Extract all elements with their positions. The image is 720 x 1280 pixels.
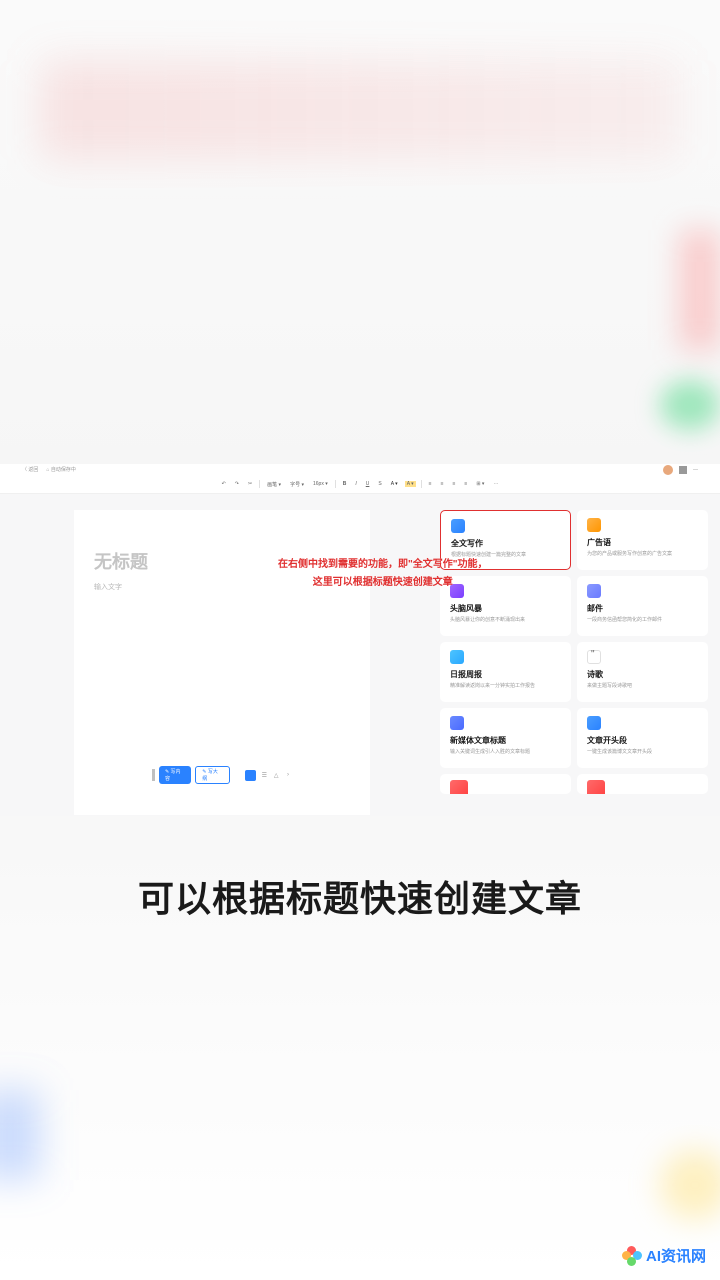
option-1-button[interactable]: ☰ (260, 771, 268, 779)
ai-button[interactable] (245, 770, 256, 781)
option-2-button[interactable]: △ (272, 771, 280, 779)
list-button[interactable]: ≡ (439, 481, 446, 487)
template-card-1[interactable]: 广告语 为您的产品或服务写作创意的广告文案 (577, 510, 708, 570)
template-icon (587, 584, 601, 598)
italic-button[interactable]: I (353, 481, 358, 487)
indent-button[interactable]: ≡ (462, 481, 469, 487)
template-desc: 一键生成该篇博文文章开头段 (587, 749, 698, 756)
size-select[interactable]: 16px ▾ (311, 481, 330, 487)
template-title: 广告语 (587, 537, 698, 548)
template-desc: 一段商务信函帮您简化的工作邮件 (587, 617, 698, 624)
top-bar: 〈 返回 ⌂ 自动保存中 — (0, 464, 720, 475)
template-card-partial[interactable] (577, 774, 708, 794)
template-card-partial[interactable] (440, 774, 571, 794)
template-icon (587, 650, 601, 664)
paragraph-select[interactable]: 画笔 ▾ (265, 481, 283, 488)
template-desc: 精准解读返岗以来一分钟实拍工作报告 (450, 683, 561, 690)
template-title: 全文写作 (451, 538, 560, 549)
watermark: AI资讯网 (622, 1245, 706, 1266)
table-button[interactable]: ⊞ ▾ (474, 481, 486, 487)
next-button[interactable]: › (284, 771, 292, 779)
apps-icon[interactable] (679, 466, 687, 474)
template-icon (450, 716, 464, 730)
undo-button[interactable]: ↶ (220, 481, 228, 487)
more-button[interactable]: ⋯ (491, 481, 500, 487)
templates-panel: 全文写作 根据标题快速创建一篇完整的文章 广告语 为您的产品或服务写作创意的广告… (430, 494, 720, 816)
bold-button[interactable]: B (341, 481, 349, 487)
app-screenshot: 〈 返回 ⌂ 自动保存中 — ↶ ↷ ✂ 画笔 ▾ 字号 ▾ 16px ▾ B … (0, 464, 720, 816)
template-icon (587, 780, 605, 794)
template-desc: 输入关键词生成引人入胜的文章标题 (450, 749, 561, 756)
template-icon (451, 519, 465, 533)
template-icon (450, 650, 464, 664)
template-title: 新媒体文章标题 (450, 735, 561, 746)
highlight-button[interactable]: A ▾ (405, 481, 416, 487)
template-title: 日报周报 (450, 669, 561, 680)
template-title: 诗歌 (587, 669, 698, 680)
watermark-logo-icon (622, 1246, 642, 1266)
drag-handle-icon[interactable] (152, 769, 155, 781)
format-paint-icon[interactable]: ✂ (246, 481, 254, 487)
template-title: 邮件 (587, 603, 698, 614)
template-title: 文章开头段 (587, 735, 698, 746)
video-caption: 可以根据标题快速创建文章 (0, 870, 720, 922)
template-icon (587, 518, 601, 532)
template-desc: 头脑风暴让你的创意不断涌现出来 (450, 617, 561, 624)
font-select[interactable]: 字号 ▾ (288, 481, 306, 488)
strike-button[interactable]: S (376, 481, 383, 487)
autosave-status: ⌂ 自动保存中 (46, 466, 75, 473)
template-desc: 为您的产品或服务写作创意的广告文案 (587, 551, 698, 558)
underline-button[interactable]: U (364, 481, 372, 487)
align-left-button[interactable]: ≡ (427, 481, 434, 487)
template-card-4[interactable]: 日报周报 精准解读返岗以来一分钟实拍工作报告 (440, 642, 571, 702)
template-card-5[interactable]: 诗歌 来做主题写段诗歌吧 (577, 642, 708, 702)
toolbar: ↶ ↷ ✂ 画笔 ▾ 字号 ▾ 16px ▾ B I U S A ▾ A ▾ ≡… (0, 475, 720, 494)
template-icon (587, 716, 601, 730)
template-icon (450, 780, 468, 794)
doc-action-bar: ✎ 写内容 ✎ 写大纲 ☰ △ › (148, 763, 296, 787)
avatar[interactable] (663, 465, 673, 475)
template-desc: 来做主题写段诗歌吧 (587, 683, 698, 690)
template-card-7[interactable]: 文章开头段 一键生成该篇博文文章开头段 (577, 708, 708, 768)
write-content-button[interactable]: ✎ 写内容 (159, 766, 191, 784)
write-outline-button[interactable]: ✎ 写大纲 (195, 766, 229, 784)
template-card-3[interactable]: 邮件 一段商务信函帮您简化的工作邮件 (577, 576, 708, 636)
text-color-button[interactable]: A ▾ (389, 481, 400, 487)
tutorial-annotation: 在右侧中找到需要的功能，即"全文写作"功能， 这里可以根据标题快速创建文章 (278, 556, 487, 592)
ordered-list-button[interactable]: ≡ (451, 481, 458, 487)
main-area: 无标题 输入文字 ✎ 写内容 ✎ 写大纲 ☰ △ › 在右侧中找到需要的功能，即… (0, 494, 720, 816)
redo-button[interactable]: ↷ (233, 481, 241, 487)
back-link[interactable]: 〈 返回 (22, 466, 38, 473)
minimize-icon[interactable]: — (693, 467, 698, 473)
template-title: 头脑风暴 (450, 603, 561, 614)
template-card-6[interactable]: 新媒体文章标题 输入关键词生成引人入胜的文章标题 (440, 708, 571, 768)
